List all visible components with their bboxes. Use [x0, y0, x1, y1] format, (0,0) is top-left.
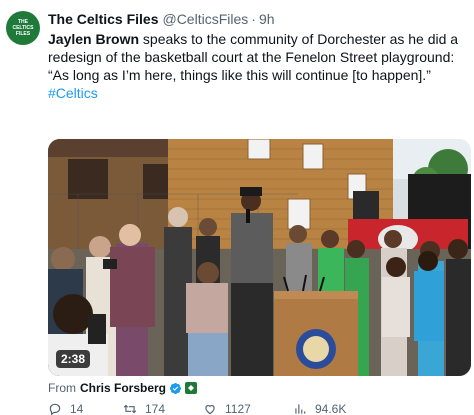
handle[interactable]: @CelticsFiles: [162, 10, 248, 28]
mentioned-name: Jaylen Brown: [48, 31, 140, 47]
reply-icon: [49, 403, 61, 415]
verified-badge-icon: [169, 382, 182, 394]
timestamp[interactable]: 9h: [259, 10, 275, 28]
action-bar: 14 174 1127 94.6K: [48, 402, 468, 415]
avatar-logo-text: THE CELTICS FILES: [12, 19, 34, 37]
hashtag-link[interactable]: #Celtics: [48, 84, 468, 102]
tweet-paragraph-1: Jaylen Brown speaks to the community of …: [48, 30, 468, 66]
from-prefix: From: [48, 381, 76, 395]
views-icon: [295, 404, 306, 414]
video-player[interactable]: 2:38: [48, 139, 471, 376]
views-button[interactable]: 94.6K: [293, 402, 346, 415]
tweet-content: The Celtics Files @CelticsFiles · 9h Jay…: [48, 10, 468, 102]
like-count: 1127: [225, 402, 251, 415]
reply-count: 14: [70, 402, 84, 415]
display-name[interactable]: The Celtics Files: [48, 10, 158, 28]
repost-button[interactable]: 174: [123, 402, 165, 415]
tweet: THE CELTICS FILES The Celtics Files @Cel…: [0, 0, 474, 415]
attribution-name[interactable]: Chris Forsberg: [80, 381, 166, 395]
repost-icon: [123, 404, 137, 414]
separator-dot: ·: [251, 11, 256, 27]
reply-button[interactable]: 14: [48, 402, 83, 415]
views-count: 94.6K: [315, 402, 347, 415]
tweet-quote: “As long as I’m here, things like this w…: [48, 67, 431, 83]
gold-badge-icon: [185, 382, 198, 394]
repost-count: 174: [145, 402, 166, 415]
tweet-header: The Celtics Files @CelticsFiles · 9h: [48, 10, 468, 28]
media-attribution: From Chris Forsberg: [48, 381, 198, 395]
tweet-text: Jaylen Brown speaks to the community of …: [48, 30, 468, 102]
video-duration: 2:38: [56, 350, 91, 368]
video-frame: [48, 139, 471, 376]
like-icon: [205, 405, 215, 415]
like-button[interactable]: 1127: [203, 402, 251, 415]
avatar[interactable]: THE CELTICS FILES: [6, 11, 40, 45]
